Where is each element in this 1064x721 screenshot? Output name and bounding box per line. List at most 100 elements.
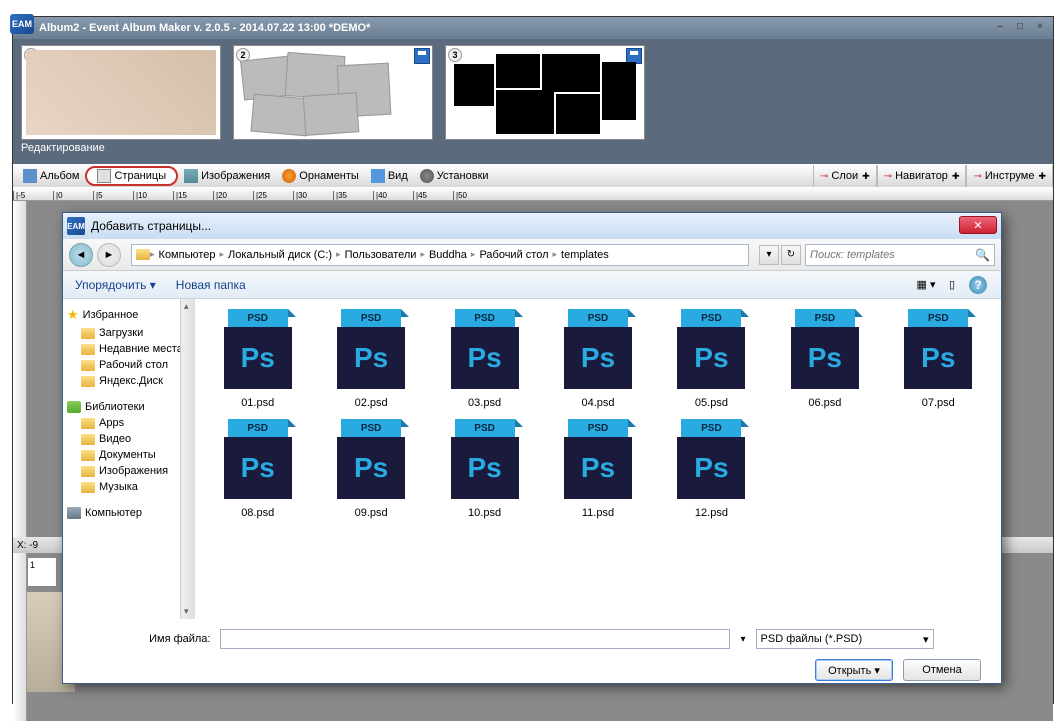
close-button[interactable]: × (1031, 19, 1049, 33)
window-title: Album2 - Event Album Maker v. 2.0.5 - 20… (39, 22, 370, 34)
mini-page-thumb[interactable]: 1 (27, 557, 57, 587)
ornaments-button[interactable]: Орнаменты (276, 165, 365, 187)
computer-icon (67, 507, 81, 519)
new-folder-button[interactable]: Новая папка (176, 278, 246, 292)
breadcrumb[interactable]: Рабочий стол (475, 249, 552, 261)
tree-item[interactable]: Музыка (63, 479, 194, 495)
file-item[interactable]: PSDPs04.psd (543, 307, 652, 411)
images-button[interactable]: Изображения (178, 165, 276, 187)
maximize-button[interactable]: □ (1011, 19, 1029, 33)
tree-item[interactable]: Рабочий стол (63, 357, 194, 373)
file-item[interactable]: PSDPs06.psd (770, 307, 879, 411)
navigator-panel-tab[interactable]: ⊸Навигатор✚ (877, 165, 967, 187)
view-button[interactable]: Вид (365, 165, 414, 187)
file-label: 12.psd (695, 507, 728, 519)
file-item[interactable]: PSDPs12.psd (657, 417, 766, 521)
psd-icon: PSDPs (558, 309, 638, 393)
psd-icon: PSDPs (218, 309, 298, 393)
tools-panel-tab[interactable]: ⊸Инструме✚ (966, 165, 1053, 187)
tree-item[interactable]: Недавние места (63, 341, 194, 357)
refresh-button[interactable]: ↻ (781, 245, 801, 265)
layers-panel-tab[interactable]: ⊸Слои✚ (813, 165, 877, 187)
file-item[interactable]: PSDPs02.psd (316, 307, 425, 411)
dialog-close-button[interactable]: ✕ (959, 216, 997, 234)
collage-preview (450, 50, 640, 135)
ruler-vertical (13, 201, 27, 721)
folder-icon (81, 434, 95, 445)
breadcrumb[interactable]: Компьютер (155, 249, 220, 261)
breadcrumb[interactable]: Buddha (425, 249, 471, 261)
page-thumb-1[interactable]: 1 Редактирование (21, 45, 221, 158)
file-item[interactable]: PSDPs 11.psd (543, 417, 652, 521)
dialog-nav-bar: ◄ ► ▸ Компьютер▸ Локальный диск (C:)▸ По… (63, 239, 1001, 271)
view-icon (371, 169, 385, 183)
search-input[interactable] (810, 249, 975, 261)
tree-favorites[interactable]: ★Избранное (63, 305, 194, 325)
file-label: 01.psd (241, 397, 274, 409)
file-item[interactable]: PSDPs09.psd (316, 417, 425, 521)
psd-icon: PSDPs (785, 309, 865, 393)
pages-button[interactable]: Страницы (85, 166, 178, 186)
page-thumb-3[interactable]: 3 (445, 45, 645, 158)
folder-icon (81, 344, 95, 355)
file-label: 07.psd (922, 397, 955, 409)
nav-forward-button[interactable]: ► (97, 243, 121, 267)
file-item[interactable]: PSDPs10.psd (430, 417, 539, 521)
file-item[interactable]: PSDPs05.psd (657, 307, 766, 411)
breadcrumb[interactable]: templates (557, 249, 613, 261)
file-item[interactable]: PSDPs08.psd (203, 417, 312, 521)
expand-icon: ✚ (1038, 171, 1046, 182)
preview-pane-button[interactable]: ▯ (941, 275, 963, 295)
folder-icon (81, 360, 95, 371)
tree-item[interactable]: Изображения (63, 463, 194, 479)
main-toolbar: Альбом Страницы Изображения Орнаменты Ви… (13, 164, 1053, 187)
history-dropdown-button[interactable]: ▾ (759, 245, 779, 265)
file-item[interactable]: PSDPs03.psd (430, 307, 539, 411)
title-bar: Album2 - Event Album Maker v. 2.0.5 - 20… (13, 17, 1053, 39)
file-label: 11.psd (582, 507, 614, 519)
tree-computer[interactable]: Компьютер (63, 505, 194, 521)
star-icon: ★ (67, 307, 79, 323)
tree-item[interactable]: Видео (63, 431, 194, 447)
breadcrumb[interactable]: Локальный диск (C:) (224, 249, 336, 261)
folder-icon (81, 328, 95, 339)
app-icon: EAM (10, 14, 34, 34)
library-icon (67, 401, 81, 413)
collage-preview (26, 50, 216, 135)
view-mode-button[interactable]: ▦ ▾ (915, 275, 937, 295)
open-button[interactable]: Открыть ▾ (815, 659, 893, 681)
organize-button[interactable]: Упорядочить ▾ (75, 278, 156, 292)
tree-item[interactable]: Apps (63, 415, 194, 431)
ruler-horizontal: |-5|0|5|10|15|20|25|30|35|40|45|50 (13, 187, 1053, 201)
file-item[interactable]: PSDPs07.psd (884, 307, 993, 411)
settings-button[interactable]: Установки (414, 165, 495, 187)
nav-back-button[interactable]: ◄ (69, 243, 93, 267)
folder-icon (81, 466, 95, 477)
tree-item[interactable]: Загрузки (63, 325, 194, 341)
help-button[interactable]: ? (967, 275, 989, 295)
file-list[interactable]: PSDPs01.psdPSDPs02.psdPSDPs03.psdPSDPs04… (195, 299, 1001, 619)
folder-icon (81, 418, 95, 429)
file-label: 02.psd (355, 397, 388, 409)
search-box[interactable]: 🔍 (805, 244, 995, 266)
page-thumb-2[interactable]: 2 (233, 45, 433, 158)
file-item[interactable]: PSDPs 01.psd (203, 307, 312, 411)
help-icon: ? (969, 276, 987, 294)
address-bar[interactable]: ▸ Компьютер▸ Локальный диск (C:)▸ Пользо… (131, 244, 749, 266)
tree-libraries[interactable]: Библиотеки (63, 399, 194, 415)
file-label: 03.psd (468, 397, 501, 409)
cancel-button[interactable]: Отмена (903, 659, 981, 681)
folder-icon (81, 376, 95, 387)
filename-input[interactable] (220, 629, 730, 649)
folder-tree[interactable]: ★Избранное Загрузки Недавние места Рабоч… (63, 299, 195, 619)
psd-icon: PSDPs (558, 419, 638, 503)
tree-item[interactable]: Яндекс.Диск (63, 373, 194, 389)
filetype-combo[interactable]: PSD файлы (*.PSD)▾ (756, 629, 934, 649)
minimize-button[interactable]: – (991, 19, 1009, 33)
psd-icon: PSDPs (445, 419, 525, 503)
tree-scrollbar[interactable] (180, 299, 194, 619)
album-button[interactable]: Альбом (17, 165, 85, 187)
breadcrumb[interactable]: Пользователи (341, 249, 421, 261)
expand-icon: ✚ (862, 171, 870, 182)
tree-item[interactable]: Документы (63, 447, 194, 463)
